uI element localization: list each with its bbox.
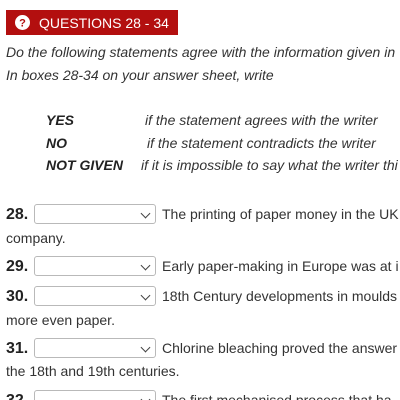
key-term: NO — [46, 135, 67, 151]
question-text-continuation: company. — [6, 230, 66, 246]
question-text: Early paper-making in Europe was at i — [162, 258, 399, 274]
question-number: 31. — [6, 340, 29, 357]
chevron-down-icon — [140, 342, 151, 353]
chevron-down-icon — [140, 394, 151, 400]
answer-dropdown-31[interactable] — [34, 338, 156, 358]
question-29: 29. Early paper-making in Europe was at … — [0, 256, 400, 280]
question-31: 31. Chlorine bleaching proved the answer — [0, 338, 400, 362]
key-description: if it is impossible to say what the writ… — [141, 157, 398, 173]
svg-text:?: ? — [19, 18, 26, 30]
key-row-not-given: NOT GIVEN if it is impossible to say wha… — [0, 157, 400, 177]
key-description: if the statement agrees with the writer — [145, 112, 378, 128]
answer-dropdown-30[interactable] — [34, 286, 156, 306]
answer-dropdown-28[interactable] — [34, 204, 156, 224]
question-text: Chlorine bleaching proved the answer — [162, 340, 398, 356]
question-text-continuation: more even paper. — [6, 312, 115, 328]
question-text: 18th Century developments in moulds — [162, 288, 398, 304]
key-row-yes: YES if the statement agrees with the wri… — [0, 112, 400, 132]
chevron-down-icon — [140, 260, 151, 271]
key-term: YES — [46, 112, 75, 128]
instruction-line-1: Do the following statements agree with t… — [6, 44, 396, 60]
question-28: 28. The printing of paper money in the U… — [0, 204, 400, 228]
question-30: 30. 18th Century developments in moulds — [0, 286, 400, 310]
key-row-no: NO if the statement contradicts the writ… — [0, 135, 400, 155]
question-text-continuation: the 18th and 19th centuries. — [6, 363, 180, 379]
key-description: if the statement contradicts the writer — [147, 135, 376, 151]
chevron-down-icon — [140, 208, 151, 219]
answer-dropdown-29[interactable] — [34, 256, 156, 276]
instruction-line-2: In boxes 28-34 on your answer sheet, wri… — [6, 67, 274, 83]
question-number: 28. — [6, 206, 29, 223]
header-title: QUESTIONS 28 - 34 — [39, 14, 169, 31]
question-number: 32. — [6, 392, 28, 400]
question-circle-icon: ? — [15, 15, 30, 30]
question-text: The printing of paper money in the UK — [162, 206, 399, 222]
question-32: 32. The first mechanised process that ha — [0, 390, 400, 400]
questions-page: ? QUESTIONS 28 - 34 Do the following sta… — [0, 0, 400, 400]
answer-dropdown-32[interactable] — [34, 390, 156, 400]
key-term: NOT GIVEN — [46, 157, 124, 173]
question-text: The first mechanised process that ha — [162, 392, 392, 400]
questions-header: ? QUESTIONS 28 - 34 — [6, 10, 178, 35]
question-number: 29. — [6, 258, 29, 275]
question-number: 30. — [6, 288, 29, 305]
chevron-down-icon — [140, 290, 151, 301]
